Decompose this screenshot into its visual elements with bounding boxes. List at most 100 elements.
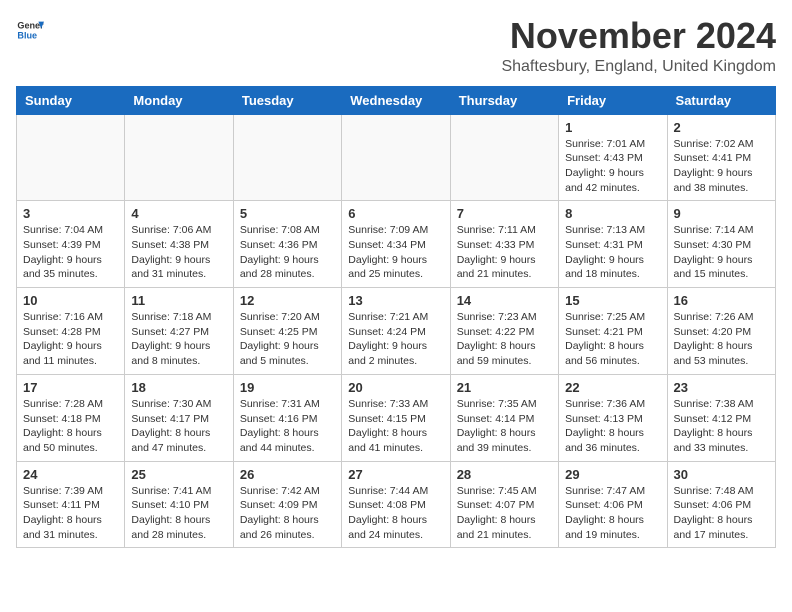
calendar-day-cell: 5 Sunrise: 7:08 AMSunset: 4:36 PMDaylight… [233, 201, 341, 288]
location-subtitle: Shaftesbury, England, United Kingdom [501, 58, 776, 76]
calendar-day-cell: 29 Sunrise: 7:47 AMSunset: 4:06 PMDayligh… [559, 461, 667, 548]
calendar-week-row: 17 Sunrise: 7:28 AMSunset: 4:18 PMDayligh… [17, 374, 776, 461]
day-of-week-header: Wednesday [342, 86, 450, 114]
day-info: Sunrise: 7:14 AMSunset: 4:30 PMDaylight:… [674, 223, 769, 282]
page-header: General Blue November 2024 Shaftesbury, … [16, 16, 776, 76]
day-number: 16 [674, 293, 769, 308]
day-of-week-header: Friday [559, 86, 667, 114]
day-info: Sunrise: 7:35 AMSunset: 4:14 PMDaylight:… [457, 397, 552, 456]
day-info: Sunrise: 7:48 AMSunset: 4:06 PMDaylight:… [674, 484, 769, 543]
calendar-day-cell: 19 Sunrise: 7:31 AMSunset: 4:16 PMDayligh… [233, 374, 341, 461]
calendar-day-cell: 13 Sunrise: 7:21 AMSunset: 4:24 PMDayligh… [342, 288, 450, 375]
day-info: Sunrise: 7:42 AMSunset: 4:09 PMDaylight:… [240, 484, 335, 543]
calendar-day-cell: 4 Sunrise: 7:06 AMSunset: 4:38 PMDaylight… [125, 201, 233, 288]
day-of-week-header: Saturday [667, 86, 775, 114]
day-number: 17 [23, 380, 118, 395]
day-info: Sunrise: 7:18 AMSunset: 4:27 PMDaylight:… [131, 310, 226, 369]
day-number: 27 [348, 467, 443, 482]
calendar-header-row: SundayMondayTuesdayWednesdayThursdayFrid… [17, 86, 776, 114]
day-info: Sunrise: 7:06 AMSunset: 4:38 PMDaylight:… [131, 223, 226, 282]
day-of-week-header: Tuesday [233, 86, 341, 114]
day-number: 2 [674, 120, 769, 135]
calendar-week-row: 10 Sunrise: 7:16 AMSunset: 4:28 PMDayligh… [17, 288, 776, 375]
month-year-title: November 2024 [501, 16, 776, 56]
day-number: 29 [565, 467, 660, 482]
calendar-day-cell: 12Sunrise: 7:20 AMSunset: 4:25 PMDayligh… [233, 288, 341, 375]
calendar-day-cell: 22 Sunrise: 7:36 AMSunset: 4:13 PMDayligh… [559, 374, 667, 461]
day-number: 15 [565, 293, 660, 308]
day-number: 19 [240, 380, 335, 395]
day-number: 26 [240, 467, 335, 482]
day-info: Sunrise: 7:20 AMSunset: 4:25 PMDaylight:… [240, 310, 335, 369]
day-number: 22 [565, 380, 660, 395]
calendar-day-cell [233, 114, 341, 201]
day-info: Sunrise: 7:04 AMSunset: 4:39 PMDaylight:… [23, 223, 118, 282]
logo: General Blue [16, 16, 44, 44]
calendar-week-row: 3 Sunrise: 7:04 AMSunset: 4:39 PMDaylight… [17, 201, 776, 288]
calendar-day-cell [450, 114, 558, 201]
day-number: 3 [23, 206, 118, 221]
day-number: 25 [131, 467, 226, 482]
calendar-week-row: 24Sunrise: 7:39 AMSunset: 4:11 PMDayligh… [17, 461, 776, 548]
calendar-day-cell: 24Sunrise: 7:39 AMSunset: 4:11 PMDayligh… [17, 461, 125, 548]
calendar-day-cell: 16 Sunrise: 7:26 AMSunset: 4:20 PMDayligh… [667, 288, 775, 375]
day-info: Sunrise: 7:11 AMSunset: 4:33 PMDaylight:… [457, 223, 552, 282]
calendar-day-cell: 3 Sunrise: 7:04 AMSunset: 4:39 PMDaylight… [17, 201, 125, 288]
day-info: Sunrise: 7:31 AMSunset: 4:16 PMDaylight:… [240, 397, 335, 456]
day-info: Sunrise: 7:44 AMSunset: 4:08 PMDaylight:… [348, 484, 443, 543]
day-number: 30 [674, 467, 769, 482]
day-info: Sunrise: 7:13 AMSunset: 4:31 PMDaylight:… [565, 223, 660, 282]
calendar-table: SundayMondayTuesdayWednesdayThursdayFrid… [16, 86, 776, 549]
day-info: Sunrise: 7:36 AMSunset: 4:13 PMDaylight:… [565, 397, 660, 456]
day-info: Sunrise: 7:16 AMSunset: 4:28 PMDaylight:… [23, 310, 118, 369]
calendar-day-cell: 14 Sunrise: 7:23 AMSunset: 4:22 PMDayligh… [450, 288, 558, 375]
day-info: Sunrise: 7:28 AMSunset: 4:18 PMDaylight:… [23, 397, 118, 456]
calendar-day-cell: 17 Sunrise: 7:28 AMSunset: 4:18 PMDayligh… [17, 374, 125, 461]
calendar-day-cell: 10 Sunrise: 7:16 AMSunset: 4:28 PMDayligh… [17, 288, 125, 375]
day-info: Sunrise: 7:23 AMSunset: 4:22 PMDaylight:… [457, 310, 552, 369]
day-info: Sunrise: 7:21 AMSunset: 4:24 PMDaylight:… [348, 310, 443, 369]
day-info: Sunrise: 7:47 AMSunset: 4:06 PMDaylight:… [565, 484, 660, 543]
day-of-week-header: Thursday [450, 86, 558, 114]
day-info: Sunrise: 7:33 AMSunset: 4:15 PMDaylight:… [348, 397, 443, 456]
calendar-week-row: 1 Sunrise: 7:01 AMSunset: 4:43 PMDaylight… [17, 114, 776, 201]
calendar-day-cell: 2 Sunrise: 7:02 AMSunset: 4:41 PMDaylight… [667, 114, 775, 201]
day-number: 11 [131, 293, 226, 308]
day-of-week-header: Monday [125, 86, 233, 114]
day-number: 14 [457, 293, 552, 308]
day-info: Sunrise: 7:45 AMSunset: 4:07 PMDaylight:… [457, 484, 552, 543]
calendar-day-cell: 9 Sunrise: 7:14 AMSunset: 4:30 PMDaylight… [667, 201, 775, 288]
calendar-day-cell: 8Sunrise: 7:13 AMSunset: 4:31 PMDaylight… [559, 201, 667, 288]
calendar-day-cell: 27 Sunrise: 7:44 AMSunset: 4:08 PMDayligh… [342, 461, 450, 548]
day-number: 10 [23, 293, 118, 308]
day-info: Sunrise: 7:41 AMSunset: 4:10 PMDaylight:… [131, 484, 226, 543]
day-number: 9 [674, 206, 769, 221]
day-info: Sunrise: 7:08 AMSunset: 4:36 PMDaylight:… [240, 223, 335, 282]
calendar-day-cell [342, 114, 450, 201]
day-number: 28 [457, 467, 552, 482]
calendar-day-cell [125, 114, 233, 201]
calendar-day-cell: 15 Sunrise: 7:25 AMSunset: 4:21 PMDayligh… [559, 288, 667, 375]
day-number: 1 [565, 120, 660, 135]
day-info: Sunrise: 7:09 AMSunset: 4:34 PMDaylight:… [348, 223, 443, 282]
day-number: 13 [348, 293, 443, 308]
day-number: 4 [131, 206, 226, 221]
calendar-day-cell: 6Sunrise: 7:09 AMSunset: 4:34 PMDaylight… [342, 201, 450, 288]
day-number: 5 [240, 206, 335, 221]
day-number: 24 [23, 467, 118, 482]
calendar-day-cell: 26 Sunrise: 7:42 AMSunset: 4:09 PMDayligh… [233, 461, 341, 548]
day-number: 7 [457, 206, 552, 221]
calendar-day-cell: 7 Sunrise: 7:11 AMSunset: 4:33 PMDaylight… [450, 201, 558, 288]
calendar-day-cell: 11 Sunrise: 7:18 AMSunset: 4:27 PMDayligh… [125, 288, 233, 375]
svg-text:Blue: Blue [17, 30, 37, 40]
day-number: 18 [131, 380, 226, 395]
day-of-week-header: Sunday [17, 86, 125, 114]
day-info: Sunrise: 7:25 AMSunset: 4:21 PMDaylight:… [565, 310, 660, 369]
calendar-day-cell: 30 Sunrise: 7:48 AMSunset: 4:06 PMDayligh… [667, 461, 775, 548]
day-info: Sunrise: 7:26 AMSunset: 4:20 PMDaylight:… [674, 310, 769, 369]
day-info: Sunrise: 7:02 AMSunset: 4:41 PMDaylight:… [674, 137, 769, 196]
day-info: Sunrise: 7:38 AMSunset: 4:12 PMDaylight:… [674, 397, 769, 456]
day-info: Sunrise: 7:01 AMSunset: 4:43 PMDaylight:… [565, 137, 660, 196]
day-number: 20 [348, 380, 443, 395]
title-section: November 2024 Shaftesbury, England, Unit… [501, 16, 776, 76]
